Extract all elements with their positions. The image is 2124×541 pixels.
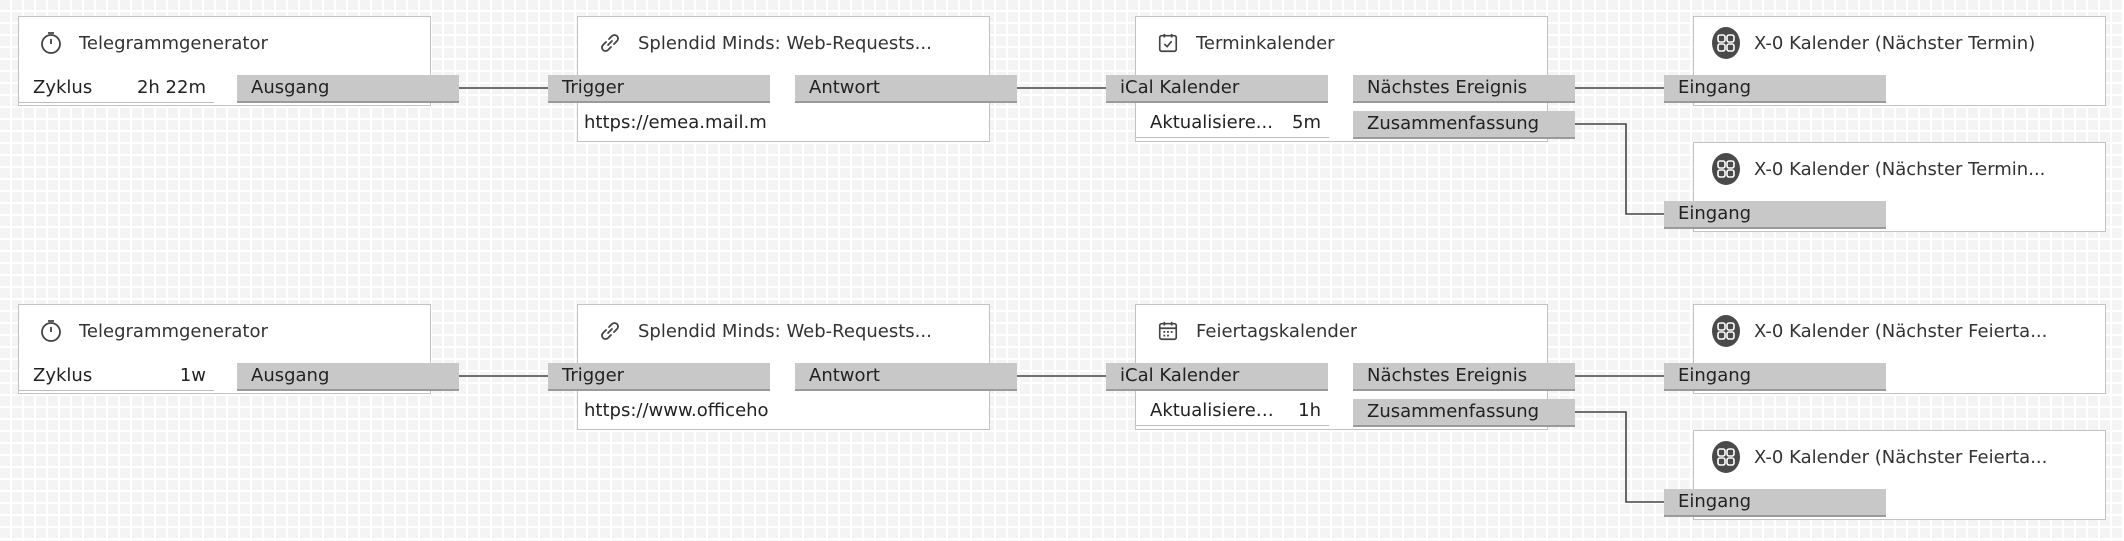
calendar-check-icon [1154, 29, 1182, 57]
node-title: Splendid Minds: Web-Requests... [638, 320, 932, 342]
node-title: Feiertagskalender [1196, 320, 1358, 342]
node-title: Telegrammgenerator [79, 32, 268, 54]
node-title: Telegrammgenerator [79, 320, 268, 342]
calendar-grid-icon [1154, 317, 1182, 345]
web-request-node-1[interactable]: Splendid Minds: Web-Requests... Trigger … [548, 16, 1017, 142]
node-title: Terminkalender [1196, 32, 1335, 54]
timer-icon [37, 29, 65, 57]
zyklus-param[interactable]: Zyklus 1w [19, 363, 214, 391]
web-request-node-2[interactable]: Splendid Minds: Web-Requests... Trigger … [548, 304, 1017, 430]
node-title: Splendid Minds: Web-Requests... [638, 32, 932, 54]
link-icon [596, 29, 624, 57]
input-port-eingang[interactable]: Eingang [1664, 75, 1886, 103]
output-port-summary[interactable]: Zusammenfassung [1353, 111, 1575, 139]
x0-calendar-node-4[interactable]: X-0 Kalender (Nächster Feierta... Eingan… [1664, 430, 2106, 520]
node-title: X-0 Kalender (Nächster Termin) [1754, 32, 2036, 54]
calendar-node-1[interactable]: Terminkalender iCal Kalender Aktualisier… [1106, 16, 1575, 142]
input-port-ical[interactable]: iCal Kalender [1106, 75, 1328, 103]
x0-calendar-node-2[interactable]: X-0 Kalender (Nächster Termin... Eingang [1664, 142, 2106, 232]
apps-grid-icon [1712, 27, 1740, 59]
node-title: X-0 Kalender (Nächster Feierta... [1754, 320, 2048, 342]
generator-node-1[interactable]: Telegrammgenerator Zyklus 2h 22m Ausgang [18, 16, 459, 106]
generator-node-2[interactable]: Telegrammgenerator Zyklus 1w Ausgang [18, 304, 459, 394]
zyklus-param[interactable]: Zyklus 2h 22m [19, 75, 214, 103]
x0-calendar-node-3[interactable]: X-0 Kalender (Nächster Feierta... Eingan… [1664, 304, 2106, 394]
input-port-eingang[interactable]: Eingang [1664, 363, 1886, 391]
refresh-param[interactable]: Aktualisieren... 1h [1136, 398, 1329, 426]
apps-grid-icon [1712, 441, 1740, 473]
apps-grid-icon [1712, 153, 1740, 185]
input-port-trigger[interactable]: Trigger [548, 363, 770, 391]
output-port-next-event[interactable]: Nächstes Ereignis [1353, 75, 1575, 103]
node-title: X-0 Kalender (Nächster Feierta... [1754, 446, 2048, 468]
output-port-next-event[interactable]: Nächstes Ereignis [1353, 363, 1575, 391]
output-port-antwort[interactable]: Antwort [795, 75, 1017, 103]
timer-icon [37, 317, 65, 345]
refresh-param[interactable]: Aktualisiere... 5m [1136, 110, 1329, 138]
x0-calendar-node-1[interactable]: X-0 Kalender (Nächster Termin) Eingang [1664, 16, 2106, 106]
output-port-ausgang[interactable]: Ausgang [237, 75, 459, 103]
calendar-node-2[interactable]: Feiertagskalender iCal Kalender Aktualis… [1106, 304, 1575, 430]
output-port-antwort[interactable]: Antwort [795, 363, 1017, 391]
url-field[interactable]: https://www.officeho [578, 397, 773, 427]
input-port-ical[interactable]: iCal Kalender [1106, 363, 1328, 391]
url-field[interactable]: https://emea.mail.m [578, 109, 773, 139]
output-port-ausgang[interactable]: Ausgang [237, 363, 459, 391]
output-port-summary[interactable]: Zusammenfassung [1353, 399, 1575, 427]
input-port-eingang[interactable]: Eingang [1664, 489, 1886, 517]
input-port-trigger[interactable]: Trigger [548, 75, 770, 103]
apps-grid-icon [1712, 315, 1740, 347]
node-title: X-0 Kalender (Nächster Termin... [1754, 158, 2046, 180]
link-icon [596, 317, 624, 345]
input-port-eingang[interactable]: Eingang [1664, 201, 1886, 229]
